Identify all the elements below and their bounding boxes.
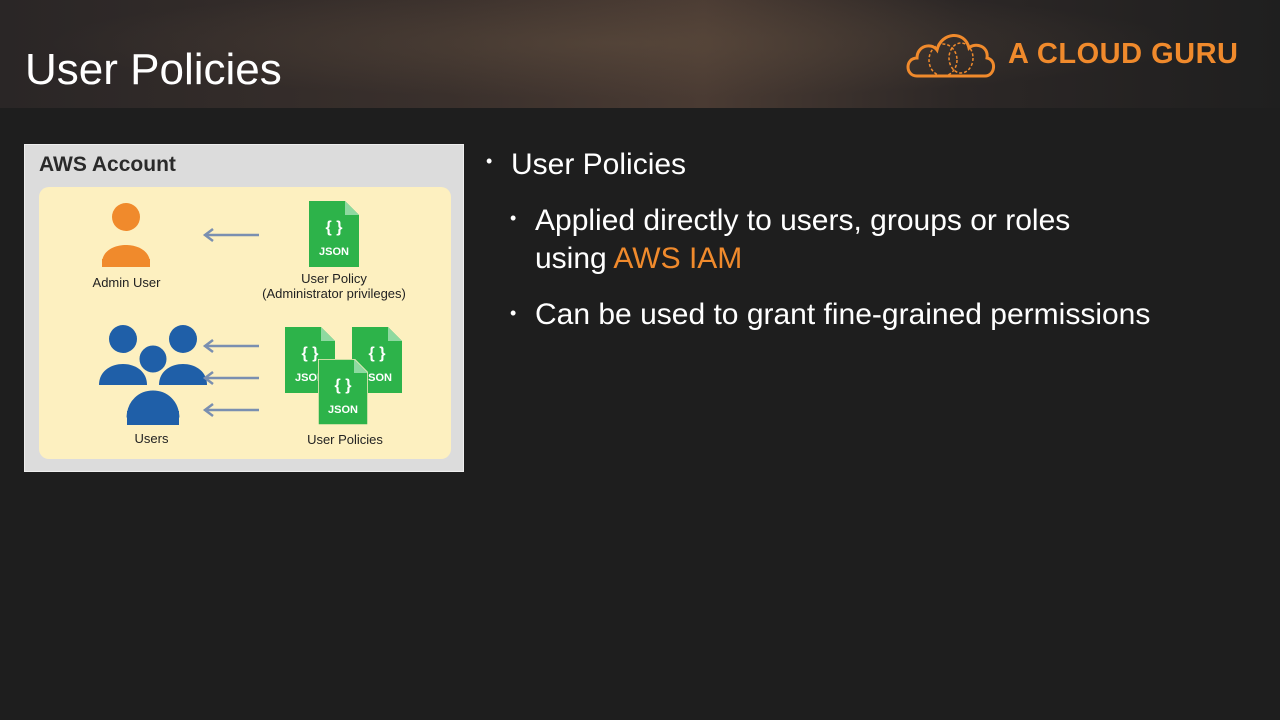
admin-user-icon bbox=[102, 203, 150, 267]
bullet-main: User Policies bbox=[511, 148, 687, 181]
user-policies-label: User Policies bbox=[307, 432, 383, 447]
logo-text: A CLOUD GURU bbox=[1008, 38, 1239, 70]
bullet-dot: • bbox=[486, 151, 493, 171]
arrow-left-icon bbox=[202, 403, 259, 417]
diagram-panel: Admin User { } JSON User Policy (Adminis… bbox=[39, 187, 451, 459]
arrow-left-icon bbox=[202, 371, 259, 385]
json-text: JSON bbox=[319, 246, 349, 258]
bullet-sub-1-prefix: using bbox=[535, 242, 614, 275]
cloud-logo-icon bbox=[906, 34, 995, 78]
json-braces: { } bbox=[325, 219, 343, 236]
bullet-dot: • bbox=[510, 208, 517, 228]
users-group-icon bbox=[99, 325, 207, 425]
json-text: JSON bbox=[328, 404, 358, 416]
user-policy-label-line1: User Policy bbox=[301, 271, 367, 286]
brand-logo: A CLOUD GURU bbox=[903, 28, 1243, 82]
bullet-sub-1: Applied directly to users, groups or rol… bbox=[535, 202, 1070, 278]
user-policy-label-line2: (Administrator privileges) bbox=[262, 286, 406, 301]
diagram-title: AWS Account bbox=[39, 153, 176, 176]
admin-user-label: Admin User bbox=[92, 275, 161, 290]
bullet-dot: • bbox=[510, 303, 517, 323]
json-document-icon: { } JSON bbox=[309, 201, 359, 267]
bullet-sub-2: Can be used to grant fine-grained permis… bbox=[535, 298, 1151, 331]
aws-iam-highlight: AWS IAM bbox=[613, 242, 743, 275]
page-title: User Policies bbox=[25, 45, 282, 94]
users-label: Users bbox=[134, 431, 169, 446]
json-document-icon: { } JSON bbox=[318, 359, 368, 425]
user-policy-label: User Policy (Administrator privileges) bbox=[244, 271, 424, 301]
bullet-sub-1-line2: using AWS IAM bbox=[535, 240, 1070, 278]
json-braces: { } bbox=[334, 377, 352, 394]
arrow-left-icon bbox=[202, 228, 259, 242]
bullet-sub-1-line1: Applied directly to users, groups or rol… bbox=[535, 204, 1071, 237]
aws-account-diagram: AWS Account Admin User { } JSON User Pol… bbox=[24, 144, 464, 472]
arrow-left-icon bbox=[202, 339, 259, 353]
